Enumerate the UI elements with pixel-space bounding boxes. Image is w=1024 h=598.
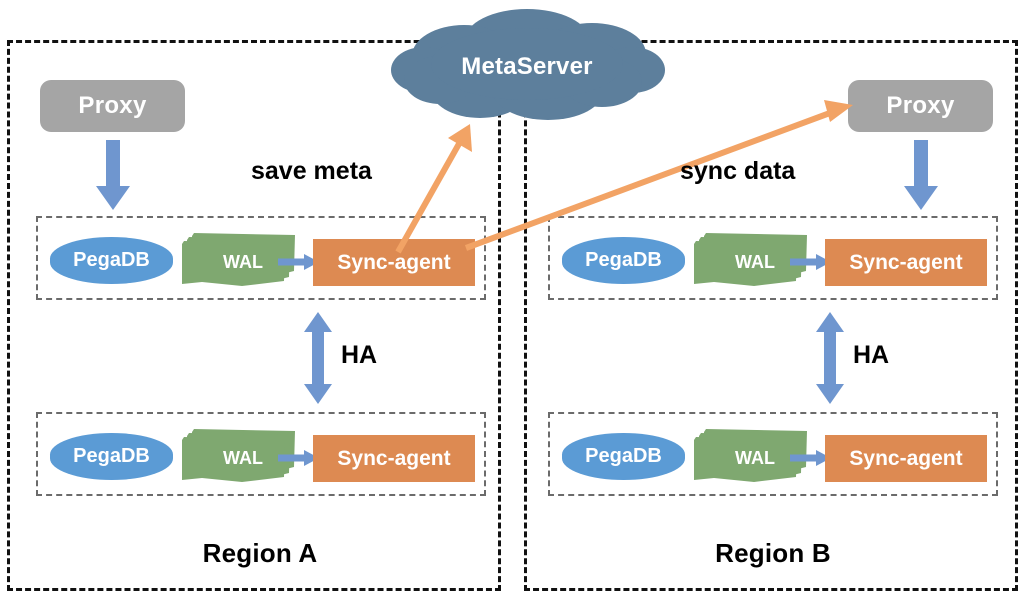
region-a-node-standby-sync-agent[interactable]: Sync-agent — [313, 435, 475, 482]
region-b-proxy-to-node-arrow — [902, 140, 940, 212]
region-b-ha-label: HA — [853, 341, 890, 369]
metaserver-label: MetaServer — [461, 53, 593, 80]
region-b-node-primary-pegadb-label: PegaDB — [585, 249, 662, 271]
metaserver-cloud[interactable]: MetaServer — [388, 4, 666, 126]
region-b-node-standby-pegadb-label: PegaDB — [585, 445, 662, 467]
region-b-ha-arrow — [815, 312, 845, 404]
region-a-node-standby-sync-agent-label: Sync-agent — [337, 446, 451, 470]
region-a-node-primary-pegadb-label: PegaDB — [73, 249, 150, 271]
region-a-ha-arrow — [303, 312, 333, 404]
region-b-node-primary-sync-agent-label: Sync-agent — [849, 250, 963, 274]
region-a-proxy-to-node-arrow — [94, 140, 132, 212]
save-meta-label: save meta — [251, 157, 372, 185]
region-b-node-primary-sync-agent[interactable]: Sync-agent — [825, 239, 987, 286]
region-a-label: Region A — [202, 538, 318, 568]
region-a-node-standby-pegadb[interactable]: PegaDB — [50, 433, 173, 480]
region-b-node-primary-pegadb[interactable]: PegaDB — [562, 237, 685, 284]
region-b-proxy-label: Proxy — [886, 92, 955, 119]
region-b-label: Region B — [715, 538, 831, 568]
region-b-node-standby-sync-agent[interactable]: Sync-agent — [825, 435, 987, 482]
region-b-node-standby-sync-agent-label: Sync-agent — [849, 446, 963, 470]
region-a-ha-label: HA — [341, 341, 378, 369]
region-b-proxy[interactable]: Proxy — [848, 80, 993, 132]
region-a-proxy-label: Proxy — [78, 92, 147, 119]
sync-data-label: sync data — [680, 157, 796, 185]
region-a-node-primary-sync-agent[interactable]: Sync-agent — [313, 239, 475, 286]
region-b-node-standby-pegadb[interactable]: PegaDB — [562, 433, 685, 480]
region-a-node-primary-sync-agent-label: Sync-agent — [337, 250, 451, 274]
diagram-canvas: Proxy PegaDB WAL Sync-agent HA PegaDB WA… — [0, 0, 1024, 598]
region-a-node-primary-pegadb[interactable]: PegaDB — [50, 237, 173, 284]
region-a-proxy[interactable]: Proxy — [40, 80, 185, 132]
region-a-node-standby-pegadb-label: PegaDB — [73, 445, 150, 467]
